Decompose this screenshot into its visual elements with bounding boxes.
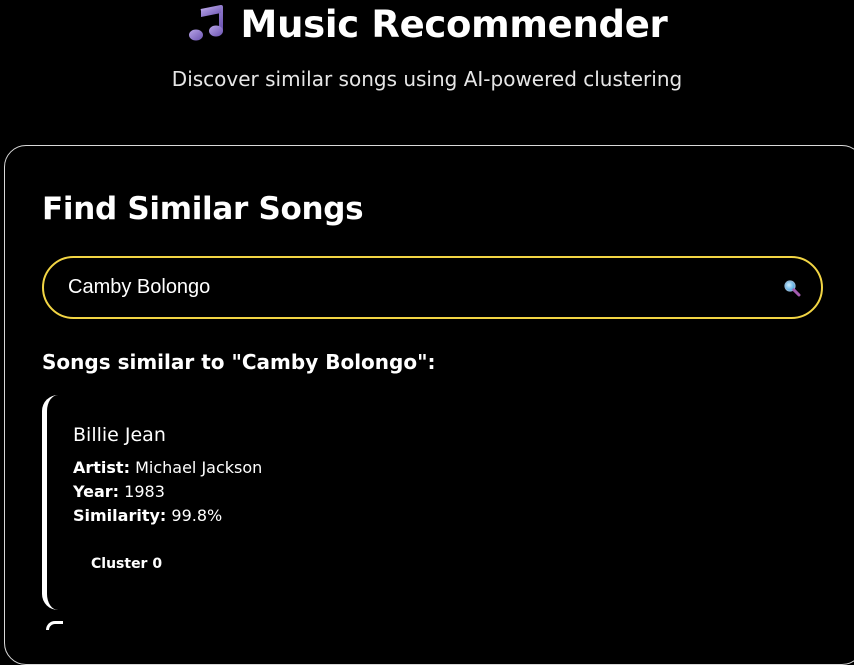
similarity-value: 99.8% (171, 506, 223, 525)
year-row: Year: 1983 (73, 480, 165, 504)
year-label: Year: (73, 482, 120, 501)
musical-note-icon (188, 5, 223, 41)
search-box[interactable] (42, 256, 823, 319)
artist-label: Artist: (73, 458, 130, 477)
app-title-text: Music Recommender (240, 3, 668, 46)
cluster-badge: Cluster 0 (91, 556, 163, 572)
year-value: 1983 (124, 482, 165, 501)
app-title: Music Recommender (0, 2, 854, 48)
similarity-row: Similarity: 99.8% (73, 504, 222, 528)
next-result-card-edge (46, 621, 63, 630)
section-title: Find Similar Songs (42, 191, 364, 227)
search-icon[interactable] (783, 279, 801, 297)
result-card[interactable]: Billie Jean Artist: Michael Jackson Year… (42, 395, 842, 610)
artist-row: Artist: Michael Jackson (73, 456, 262, 480)
artist-value: Michael Jackson (135, 458, 263, 477)
search-input[interactable] (68, 258, 748, 317)
similarity-label: Similarity: (73, 506, 167, 525)
results-heading: Songs similar to "Camby Bolongo": (42, 350, 436, 374)
song-title: Billie Jean (73, 424, 166, 446)
app-subtitle: Discover similar songs using AI-powered … (171, 67, 683, 91)
